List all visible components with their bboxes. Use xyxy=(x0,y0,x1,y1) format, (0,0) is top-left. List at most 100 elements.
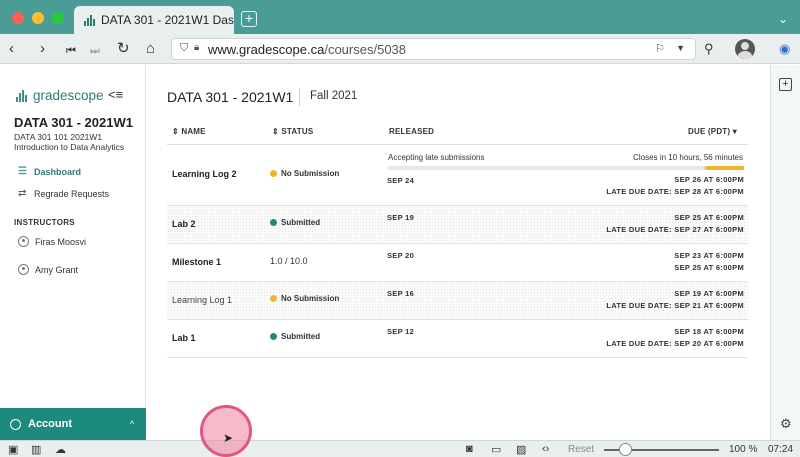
window-icon[interactable]: ▭ xyxy=(491,443,501,456)
score: 1.0 / 10.0 xyxy=(270,256,308,266)
late-due-date: LATE DUE DATE: SEP 21 AT 6:00PM xyxy=(606,301,744,310)
released-date: SEP 19 xyxy=(387,213,415,222)
released-date: SEP 20 xyxy=(387,251,415,260)
tab-list-chevron-icon[interactable]: ⌄ xyxy=(778,12,788,26)
assignment-link[interactable]: Learning Log 1 xyxy=(172,295,232,305)
gradescope-logo[interactable]: gradescope xyxy=(16,88,104,103)
table-row: Milestone 1 1.0 / 10.0 SEP 20 SEP 23 AT … xyxy=(167,244,748,282)
late-due-date: LATE DUE DATE: SEP 28 AT 6:00PM xyxy=(606,187,744,196)
close-window-button[interactable] xyxy=(12,12,24,24)
reload-icon[interactable]: ↻ xyxy=(117,40,130,58)
instructor-item[interactable]: Amy Grant xyxy=(18,264,78,275)
skip-back-icon[interactable]: ⏮ xyxy=(66,42,76,60)
column-header-due[interactable]: DUE (PDT) ▾ xyxy=(688,127,737,136)
sidebar-toggle-icon[interactable]: ▣ xyxy=(8,443,18,456)
person-icon xyxy=(18,236,29,247)
due-dates: SEP 18 AT 6:00PM LATE DUE DATE: SEP 20 A… xyxy=(606,326,744,350)
assignment-link[interactable]: Milestone 1 xyxy=(172,257,221,267)
due-date: SEP 25 AT 6:00PM xyxy=(674,213,744,222)
late-due-date: LATE DUE DATE: SEP 20 AT 6:00PM xyxy=(606,339,744,348)
browser-tab[interactable]: DATA 301 - 2021W1 Dashbo xyxy=(74,6,234,34)
zoom-slider-handle[interactable] xyxy=(619,443,632,456)
new-tab-button[interactable]: + xyxy=(241,11,257,27)
sort-icon: ⇕ xyxy=(172,127,179,136)
dashboard-icon: ☰ xyxy=(18,166,27,177)
shield-icon: ⛉ xyxy=(180,42,189,54)
account-menu-button[interactable]: Account ^ xyxy=(0,408,146,440)
sort-down-icon: ▾ xyxy=(732,127,737,136)
late-window-remaining xyxy=(706,166,744,170)
gear-icon[interactable]: ⚙ xyxy=(780,416,792,432)
late-window-progress-fill xyxy=(388,166,705,170)
profile-avatar-icon[interactable] xyxy=(735,39,755,59)
table-row: Lab 1 Submitted SEP 12 SEP 18 AT 6:00PM … xyxy=(167,320,748,358)
add-panel-icon[interactable]: + xyxy=(779,78,792,91)
status-dot-icon xyxy=(270,295,277,302)
late-due-date: LATE DUE DATE: SEP 27 AT 6:00PM xyxy=(606,225,744,234)
home-icon[interactable]: ⌂ xyxy=(146,40,155,58)
extension-icon[interactable]: ◉ xyxy=(779,40,790,58)
back-icon[interactable]: ‹ xyxy=(9,40,14,58)
url-bar[interactable]: ⛉ 🔒︎ www.gradescope.ca/courses/5038 ⚐ ▼ xyxy=(171,38,696,60)
late-window-progress xyxy=(388,166,744,170)
camera-icon[interactable]: ◙ xyxy=(466,443,473,455)
due-date: SEP 26 AT 6:00PM xyxy=(674,175,744,184)
instructors-heading: INSTRUCTORS xyxy=(14,218,75,227)
person-icon xyxy=(18,264,29,275)
course-title: DATA 301 - 2021W1 xyxy=(14,115,133,130)
sidebar-item-label: Dashboard xyxy=(34,166,82,177)
forward-icon[interactable]: › xyxy=(40,40,45,58)
status-dot-icon xyxy=(270,219,277,226)
tabs-icon[interactable]: ▥ xyxy=(31,443,41,456)
gradescope-logo-icon xyxy=(16,89,27,102)
submission-status: No Submission xyxy=(270,169,339,178)
course-subtitle: DATA 301 101 2021W1 Introduction to Data… xyxy=(14,132,125,152)
mouse-cursor-icon: ➤ xyxy=(223,431,234,445)
late-due-date: SEP 25 AT 6:00PM xyxy=(674,263,744,272)
column-header-released[interactable]: RELEASED xyxy=(389,127,434,136)
column-header-name[interactable]: ⇕ NAME xyxy=(172,127,206,136)
due-date: SEP 18 AT 6:00PM xyxy=(674,327,744,336)
instructor-item[interactable]: Firas Moosvi xyxy=(18,236,86,247)
sidebar-item-regrade-requests[interactable]: ⇄ Regrade Requests xyxy=(18,188,109,199)
released-date: SEP 16 xyxy=(387,289,415,298)
due-dates: SEP 19 AT 6:00PM LATE DUE DATE: SEP 21 A… xyxy=(606,288,744,312)
url-dropdown-icon[interactable]: ▼ xyxy=(676,43,685,53)
maximize-window-button[interactable] xyxy=(52,12,64,24)
assignment-link[interactable]: Learning Log 2 xyxy=(172,169,237,179)
sidebar: gradescope <≡ DATA 301 - 2021W1 DATA 301… xyxy=(0,65,146,440)
assignment-link[interactable]: Lab 1 xyxy=(172,333,196,343)
column-header-status[interactable]: ⇕ STATUS xyxy=(272,127,313,136)
instructor-name: Amy Grant xyxy=(35,264,79,275)
collapse-sidebar-button[interactable]: <≡ xyxy=(108,87,123,102)
submission-status: Submitted xyxy=(270,332,320,341)
minimize-window-button[interactable] xyxy=(32,12,44,24)
page-title: DATA 301 - 2021W1 xyxy=(167,89,294,105)
table-row: Lab 2 Submitted SEP 19 SEP 25 AT 6:00PM … xyxy=(167,206,748,244)
skip-forward-icon[interactable]: ⏭ xyxy=(90,42,100,60)
title-divider xyxy=(299,88,300,106)
submission-status: Submitted xyxy=(270,218,320,227)
chevron-up-icon: ^ xyxy=(129,419,134,429)
table-row: Accepting late submissions Closes in 10 … xyxy=(167,145,748,206)
regrade-icon: ⇄ xyxy=(18,188,27,199)
sidebar-item-dashboard[interactable]: ☰ Dashboard xyxy=(18,166,81,177)
submission-status: No Submission xyxy=(270,294,339,303)
course-term: Fall 2021 xyxy=(310,90,358,102)
bookmark-icon[interactable]: ⚐ xyxy=(655,42,665,55)
image-icon[interactable]: ▨ xyxy=(516,443,526,456)
gradescope-favicon-icon xyxy=(84,14,95,26)
due-date: SEP 19 AT 6:00PM xyxy=(674,289,744,298)
brand-name: gradescope xyxy=(33,88,104,103)
browser-tab-bar: DATA 301 - 2021W1 Dashbo + ⌄ xyxy=(0,0,800,34)
code-icon[interactable]: ‹› xyxy=(542,443,549,455)
browser-nav-bar: ‹ › ⏮ ⏭ ↻ ⌂ ⛉ 🔒︎ www.gradescope.ca/cours… xyxy=(0,34,800,64)
search-icon[interactable]: ⚲ xyxy=(704,40,714,58)
due-date: SEP 23 AT 6:00PM xyxy=(674,251,744,260)
due-dates: SEP 23 AT 6:00PM SEP 25 AT 6:00PM xyxy=(674,250,744,274)
late-submission-note: Accepting late submissions xyxy=(388,153,485,162)
cloud-icon[interactable]: ☁ xyxy=(55,443,66,456)
zoom-reset-button[interactable]: Reset xyxy=(568,444,594,455)
assignment-link[interactable]: Lab 2 xyxy=(172,219,196,229)
lock-icon: 🔒︎ xyxy=(194,42,200,53)
